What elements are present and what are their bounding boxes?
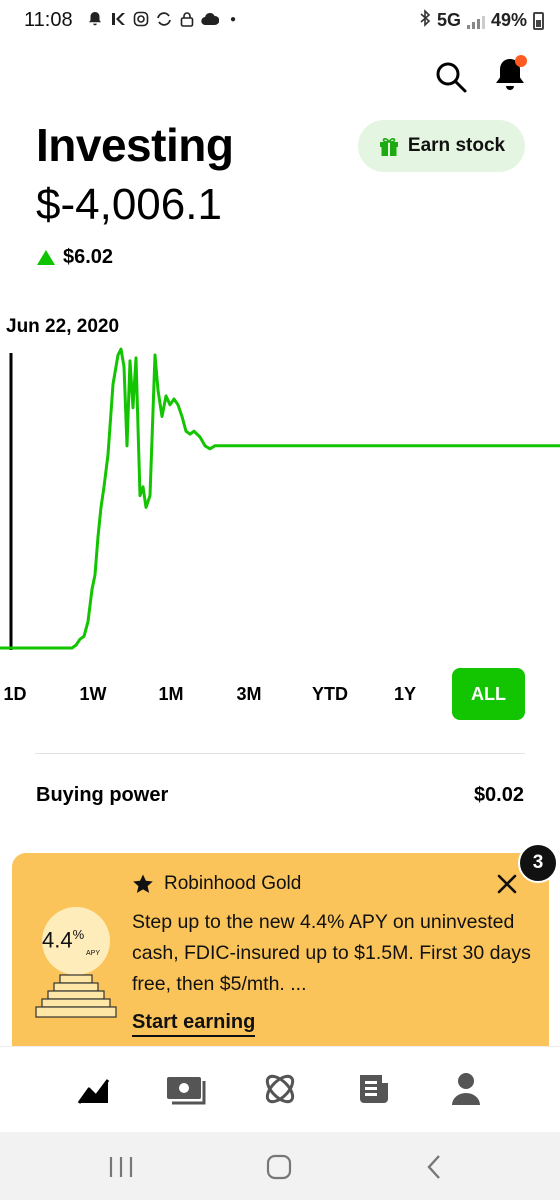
gold-card-body: Step up to the new 4.4% APY on uninveste… xyxy=(132,911,531,995)
more-notifications-dot: ● xyxy=(229,13,237,25)
nav-account[interactable] xyxy=(448,1071,484,1107)
gold-rate: 4.4% xyxy=(42,927,84,953)
bluetooth-icon xyxy=(419,9,431,32)
app-icon xyxy=(109,9,127,29)
gift-icon xyxy=(379,138,398,156)
range-1m[interactable]: 1M xyxy=(140,668,202,720)
nav-investing[interactable] xyxy=(76,1071,112,1107)
gold-card-title: Robinhood Gold xyxy=(132,873,301,895)
portfolio-chart[interactable] xyxy=(0,345,560,660)
account-icon xyxy=(452,1073,480,1105)
home-icon xyxy=(266,1154,292,1180)
chart-scrubber-date: Jun 22, 2020 xyxy=(6,316,120,337)
earn-stock-button[interactable]: Earn stock xyxy=(358,120,525,172)
buying-power-label[interactable]: Buying power xyxy=(36,784,168,807)
recent-apps-icon xyxy=(109,1157,133,1177)
status-time: 11:08 xyxy=(24,9,73,31)
chart-series-line xyxy=(0,347,560,650)
signal-icon xyxy=(466,13,485,29)
cash-icon xyxy=(167,1077,206,1105)
status-bar: 11:08 ● 5G 49% xyxy=(0,0,560,44)
instagram-icon xyxy=(132,9,150,29)
range-ytd[interactable]: YTD xyxy=(296,668,364,720)
status-right: 5G 49% xyxy=(419,9,544,32)
nav-news[interactable] xyxy=(356,1071,392,1107)
page-title: Investing xyxy=(36,119,234,171)
gold-rate-sub: APY xyxy=(86,950,101,957)
battery-icon xyxy=(533,11,544,30)
lock-icon xyxy=(178,9,196,29)
range-all[interactable]: ALL xyxy=(452,668,525,720)
earn-stock-label: Earn stock xyxy=(407,135,506,156)
home-button[interactable] xyxy=(264,1152,294,1182)
recent-apps-button[interactable] xyxy=(106,1152,136,1182)
notification-dot xyxy=(515,55,527,67)
gold-tiers-illustration xyxy=(35,907,117,1018)
bottom-nav xyxy=(0,1046,560,1132)
divider xyxy=(35,753,525,754)
close-icon[interactable] xyxy=(496,873,518,895)
battery-label: 49% xyxy=(490,10,527,30)
search-button[interactable] xyxy=(434,60,468,94)
search-icon xyxy=(436,62,467,93)
network-label: 5G xyxy=(436,10,461,30)
crypto-icon xyxy=(265,1074,295,1104)
gold-rate-value: 4.4 xyxy=(42,927,73,953)
gold-rate-unit: % xyxy=(72,927,85,942)
portfolio-change: $6.02 xyxy=(37,246,113,269)
gold-card-title-text: Robinhood Gold xyxy=(164,873,302,894)
news-icon xyxy=(360,1075,388,1103)
nav-cash[interactable] xyxy=(166,1071,208,1107)
start-earning-link[interactable]: Start earning xyxy=(132,1011,256,1037)
portfolio-balance: $-4,006.1 xyxy=(36,180,222,229)
star-icon xyxy=(133,874,153,893)
sync-icon xyxy=(155,9,173,29)
system-navigation-bar xyxy=(0,1132,560,1200)
back-icon xyxy=(427,1155,440,1179)
card-count-badge: 3 xyxy=(518,843,558,883)
buying-power-value[interactable]: $0.02 xyxy=(474,784,524,807)
up-arrow-icon xyxy=(37,250,55,265)
back-button[interactable] xyxy=(420,1152,450,1182)
status-notification-icons: ● xyxy=(86,9,242,29)
range-1d[interactable]: 1D xyxy=(0,668,30,720)
nav-crypto[interactable] xyxy=(262,1071,298,1107)
range-1w[interactable]: 1W xyxy=(62,668,124,720)
time-range-selector: 1D 1W 1M 3M YTD 1Y ALL xyxy=(0,668,560,722)
range-3m[interactable]: 3M xyxy=(218,668,280,720)
portfolio-change-value: $6.02 xyxy=(63,246,114,268)
notification-bell-icon xyxy=(86,9,104,29)
range-1y[interactable]: 1Y xyxy=(374,668,436,720)
robinhood-gold-card[interactable]: 4.4% APY Robinhood Gold Step up to the n… xyxy=(12,853,549,1063)
cloud-icon xyxy=(201,9,219,29)
portfolio-balance-container: $-4,006.1 xyxy=(36,174,276,236)
investing-chart-icon xyxy=(77,1079,110,1104)
